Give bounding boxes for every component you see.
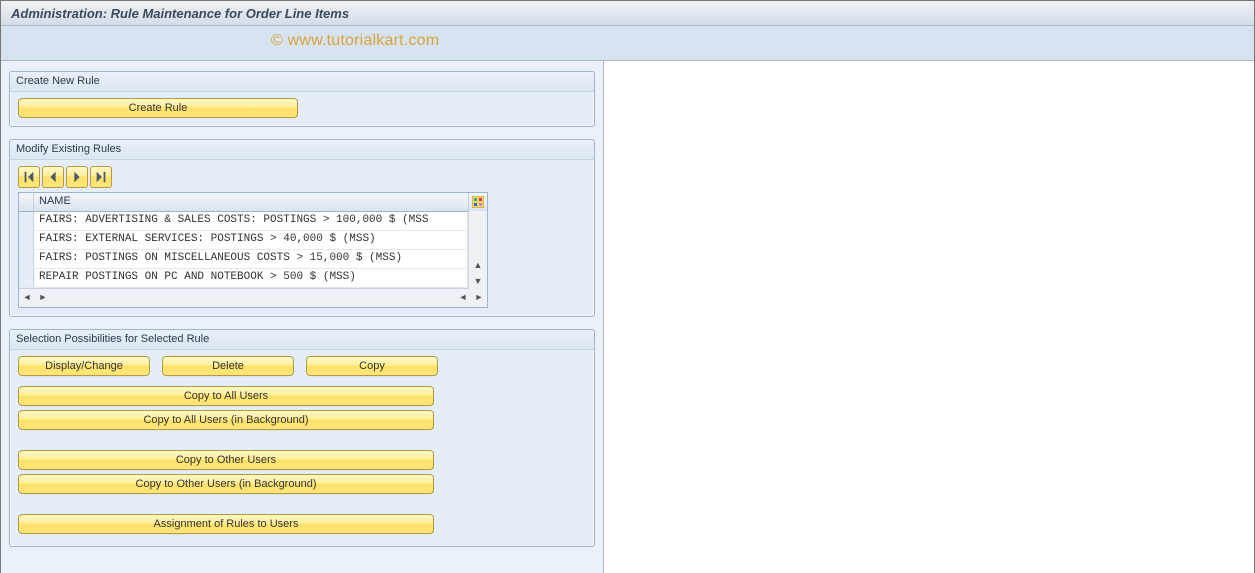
last-page-icon[interactable] [90,166,112,188]
row-selector[interactable] [19,250,34,268]
right-pane [604,61,1254,573]
panel-selection-possibilities: Selection Possibilities for Selected Rul… [9,329,595,547]
cell-name: FAIRS: ADVERTISING & SALES COSTS: POSTIN… [34,212,468,230]
copy-to-other-users-button[interactable]: Copy to Other Users [18,450,434,470]
column-header-name[interactable]: NAME [34,193,469,211]
table-row[interactable]: FAIRS: POSTINGS ON MISCELLANEOUS COSTS >… [19,250,487,269]
table-row[interactable]: FAIRS: ADVERTISING & SALES COSTS: POSTIN… [19,212,487,231]
table-settings-icon[interactable] [469,193,487,211]
cell-name: FAIRS: POSTINGS ON MISCELLANEOUS COSTS >… [34,250,468,268]
table-row[interactable]: FAIRS: EXTERNAL SERVICES: POSTINGS > 40,… [19,231,487,250]
prev-page-icon[interactable] [42,166,64,188]
scroll-up-icon[interactable]: ▲ [470,257,486,273]
panel-modify-rules: Modify Existing Rules [9,139,595,317]
table-row[interactable]: REPAIR POSTINGS ON PC AND NOTEBOOK > 500… [19,269,487,288]
row-selector[interactable] [19,231,34,249]
select-all-handle[interactable] [19,193,34,211]
scroll-right-icon[interactable]: ► [35,289,51,305]
horizontal-scrollbar[interactable]: ◄ ► ◄ ► [19,288,487,307]
vertical-scrollbar[interactable]: ▲ ▼ [468,211,487,289]
create-rule-button[interactable]: Create Rule [18,98,298,118]
scroll-left-icon[interactable]: ◄ [19,289,35,305]
cell-name: REPAIR POSTINGS ON PC AND NOTEBOOK > 500… [34,269,468,287]
panel-title: Modify Existing Rules [10,140,594,160]
next-page-icon[interactable] [66,166,88,188]
row-selector[interactable] [19,212,34,230]
watermark-text: © www.tutorialkart.com [271,32,439,50]
application-toolbar: © www.tutorialkart.com [1,26,1254,61]
copy-to-all-users-button[interactable]: Copy to All Users [18,386,434,406]
copy-button[interactable]: Copy [306,356,438,376]
table-toolbar [18,166,586,188]
first-page-icon[interactable] [18,166,40,188]
scroll-left-end-icon[interactable]: ◄ [455,289,471,305]
title-bar: Administration: Rule Maintenance for Ord… [1,1,1254,26]
panel-title: Create New Rule [10,72,594,92]
app-window: Administration: Rule Maintenance for Ord… [0,0,1255,573]
left-pane: Create New Rule Create Rule Modify Exist… [1,61,604,573]
content-area: Create New Rule Create Rule Modify Exist… [1,61,1254,573]
row-selector[interactable] [19,269,34,287]
copy-to-other-users-bg-button[interactable]: Copy to Other Users (in Background) [18,474,434,494]
cell-name: FAIRS: EXTERNAL SERVICES: POSTINGS > 40,… [34,231,468,249]
rules-table: NAME FAIRS: ADVERTISING & SALES COSTS: P… [18,192,488,308]
copy-to-all-users-bg-button[interactable]: Copy to All Users (in Background) [18,410,434,430]
page-title: Administration: Rule Maintenance for Ord… [11,6,349,21]
panel-create-rule: Create New Rule Create Rule [9,71,595,127]
panel-title: Selection Possibilities for Selected Rul… [10,330,594,350]
display-change-button[interactable]: Display/Change [18,356,150,376]
assignment-rules-users-button[interactable]: Assignment of Rules to Users [18,514,434,534]
scroll-down-icon[interactable]: ▼ [470,273,486,289]
table-header-row: NAME [19,193,487,212]
delete-button[interactable]: Delete [162,356,294,376]
scroll-right-end-icon[interactable]: ► [471,289,487,305]
